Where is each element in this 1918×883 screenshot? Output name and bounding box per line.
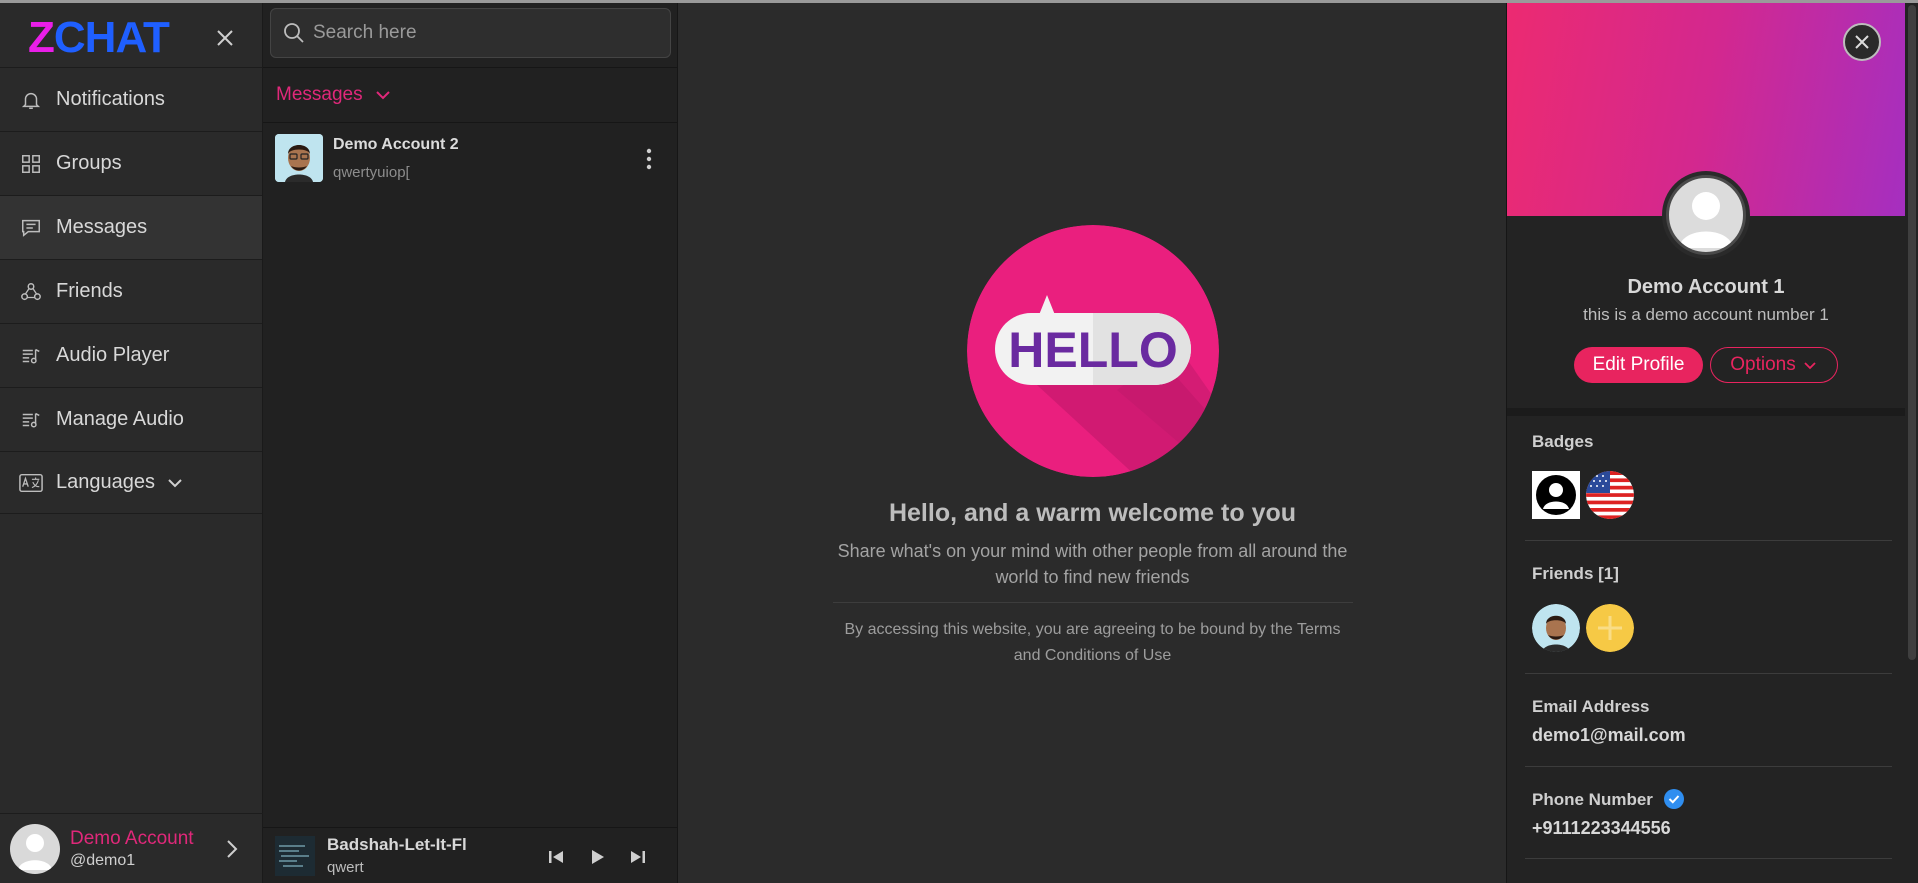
terms-text: By accessing this website, you are agree…	[844, 621, 1341, 664]
bell-icon	[18, 87, 44, 113]
welcome-title: Hello, and a warm welcome to you	[888, 499, 1297, 527]
logo-row: ZCHAT	[0, 3, 262, 67]
friend-avatar[interactable]	[1532, 604, 1580, 652]
logo-chat: CHAT	[53, 13, 170, 62]
divider	[1525, 858, 1892, 859]
avatar[interactable]	[1662, 171, 1750, 259]
sidebar-item-label: Friends	[56, 280, 123, 302]
sidebar-item-label: Audio Player	[56, 344, 170, 366]
audio-player-bar: Badshah-Let-It-Fl qwert	[263, 827, 678, 883]
track-artist: qwert	[327, 859, 364, 876]
chat-preview: qwertyuiop[	[333, 163, 410, 181]
email-value: demo1@mail.com	[1532, 725, 1686, 745]
sidebar-nav: Notifications Groups Messages Friends Au…	[0, 67, 262, 514]
chat-name: Demo Account 2	[333, 135, 459, 153]
chat-text: Demo Account 2 qwertyuiop[	[333, 136, 459, 181]
close-profile-button[interactable]	[1843, 23, 1881, 61]
grid-icon	[18, 151, 44, 177]
sidebar-item-label: Manage Audio	[56, 408, 184, 430]
sidebar-item-groups[interactable]: Groups	[0, 132, 262, 196]
badges-title: Badges	[1532, 432, 1594, 451]
add-friend-icon[interactable]	[1586, 604, 1634, 652]
sidebar-item-label: Messages	[56, 216, 148, 238]
options-button[interactable]: Options	[1710, 347, 1838, 383]
list-item[interactable]: Demo Account 2 qwertyuiop[	[263, 128, 678, 188]
profile-panel: Demo Account 1 this is a demo account nu…	[1506, 3, 1918, 883]
app-logo[interactable]: ZCHAT	[28, 13, 170, 63]
search-icon	[284, 23, 304, 43]
messages-column: Messages Demo Account 2 qwertyuiop[	[263, 3, 678, 883]
current-user-bar[interactable]: Demo Account @demo1	[0, 813, 263, 883]
chat-icon	[18, 215, 44, 241]
sidebar-item-languages[interactable]: Languages	[0, 452, 262, 514]
sidebar: ZCHAT Notifications Groups Messages Frie…	[0, 3, 263, 883]
skip-previous-icon[interactable]	[545, 846, 567, 868]
profile-bio: this is a demo account number 1	[1583, 305, 1829, 324]
divider	[1525, 540, 1892, 541]
playlist-icon	[18, 343, 44, 369]
chevron-down-icon	[1804, 362, 1816, 370]
sidebar-item-notifications[interactable]: Notifications	[0, 68, 262, 132]
hello-illustration: HELLO	[967, 225, 1219, 477]
welcome-pane: HELLO Hello, and a warm welcome to you S…	[679, 3, 1506, 883]
messages-filter-label: Messages	[276, 84, 363, 105]
avatar	[10, 823, 60, 874]
logo-z: Z	[28, 13, 55, 62]
us-flag-badge-icon[interactable]	[1586, 471, 1634, 519]
more-vertical-icon[interactable]	[646, 148, 652, 170]
friends-icon	[18, 279, 44, 305]
search-input[interactable]	[313, 22, 653, 44]
sidebar-item-label: Groups	[56, 152, 122, 174]
sidebar-item-audio-player[interactable]: Audio Player	[0, 324, 262, 388]
chevron-right-icon[interactable]	[223, 838, 241, 860]
user-info: Demo Account @demo1	[70, 828, 194, 870]
profile-name: Demo Account 1	[1627, 276, 1785, 298]
skip-next-icon[interactable]	[627, 846, 649, 868]
track-thumbnail	[275, 835, 315, 876]
edit-profile-button[interactable]: Edit Profile	[1574, 347, 1703, 383]
email-title: Email Address	[1532, 697, 1650, 716]
welcome-subtitle: Share what's on your mind with other peo…	[837, 541, 1348, 587]
close-sidebar-icon[interactable]	[214, 27, 236, 49]
sidebar-item-friends[interactable]: Friends	[0, 260, 262, 324]
avatar	[275, 134, 323, 182]
divider	[833, 602, 1353, 603]
options-label: Options	[1730, 354, 1796, 375]
user-handle: @demo1	[70, 851, 136, 869]
phone-title-label: Phone Number	[1532, 790, 1653, 809]
avatar-image	[1666, 175, 1746, 255]
user-name: Demo Account	[70, 827, 194, 849]
user-badge-icon[interactable]	[1532, 471, 1580, 519]
translate-icon	[18, 470, 44, 496]
scroll-thumb[interactable]	[1908, 5, 1916, 660]
track-title: Badshah-Let-It-Fl	[327, 835, 467, 854]
divider	[1525, 673, 1892, 674]
sidebar-item-messages[interactable]: Messages	[0, 196, 262, 260]
messages-filter-dropdown[interactable]: Messages	[263, 67, 678, 123]
app-root: ZCHAT Notifications Groups Messages Frie…	[0, 0, 1918, 883]
sidebar-item-label: Languages	[56, 471, 155, 493]
sidebar-item-label: Notifications	[56, 88, 165, 110]
chevron-down-icon	[168, 478, 182, 487]
phone-title: Phone Number	[1532, 789, 1684, 810]
track-info: Badshah-Let-It-Fl qwert	[327, 835, 502, 876]
phone-value: +9111223344556	[1532, 818, 1671, 838]
verified-icon	[1663, 789, 1684, 809]
scrollbar[interactable]	[1907, 3, 1917, 883]
friends-title: Friends [1]	[1532, 564, 1619, 583]
search-box[interactable]	[270, 8, 671, 58]
chevron-down-icon	[375, 91, 390, 100]
divider	[1525, 766, 1892, 767]
playlist-icon	[18, 407, 44, 433]
section-separator	[1507, 408, 1905, 416]
sidebar-item-manage-audio[interactable]: Manage Audio	[0, 388, 262, 452]
close-icon	[1855, 35, 1869, 49]
play-icon[interactable]	[586, 846, 608, 868]
hello-text: HELLO	[1008, 322, 1177, 378]
